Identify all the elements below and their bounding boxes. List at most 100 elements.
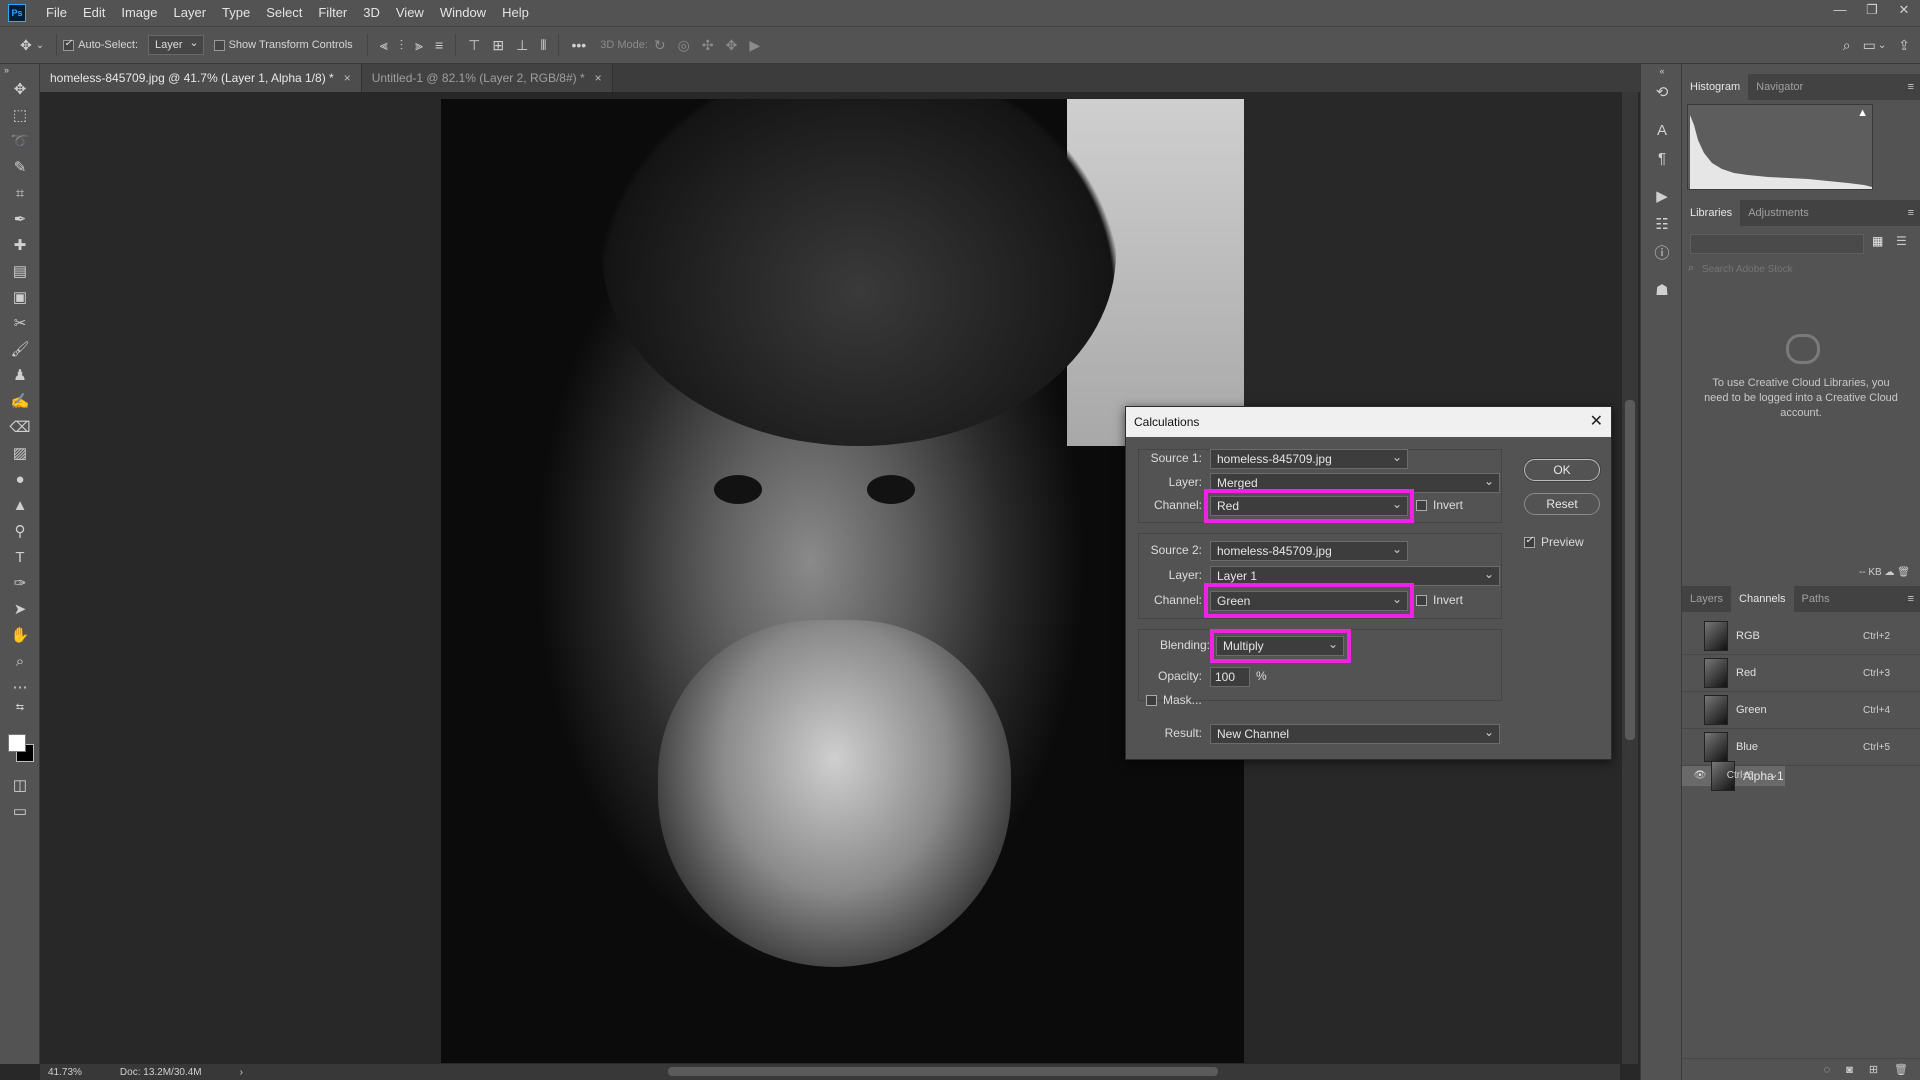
history-brush-tool-icon[interactable]: ✍ — [0, 388, 40, 414]
menu-window[interactable]: Window — [432, 0, 494, 26]
load-selection-icon[interactable]: ◌ — [1824, 1064, 1831, 1076]
align-left-icon[interactable]: ⫷ — [380, 37, 388, 54]
crop-tool-icon[interactable]: ⌗ — [0, 180, 40, 206]
tool-preset-chevron-icon[interactable]: ⌄ — [36, 40, 44, 51]
roll-3d-icon[interactable]: ◎ — [678, 37, 690, 54]
type-tool-icon[interactable]: T — [0, 544, 40, 570]
slide-3d-icon[interactable]: ✥ — [726, 37, 738, 54]
align-center-icon[interactable]: ⫶ — [400, 37, 404, 54]
tab-histogram[interactable]: Histogram — [1682, 74, 1749, 100]
ok-button[interactable]: OK — [1524, 459, 1600, 481]
sharpen-tool-icon[interactable]: ▲ — [0, 492, 40, 518]
source1-file-select[interactable]: homeless-845709.jpg — [1210, 448, 1408, 469]
workspace-chevron-icon[interactable]: ⌄ — [1878, 40, 1886, 51]
dodge-tool-icon[interactable]: ⚲ — [0, 518, 40, 544]
tab-adjustments[interactable]: Adjustments — [1740, 200, 1817, 226]
panel-menu-icon[interactable]: ≡ — [1908, 74, 1914, 100]
pan-3d-icon[interactable]: ✣ — [702, 37, 714, 54]
swatches-panel-icon[interactable]: ☗ — [1641, 276, 1683, 304]
menu-3d[interactable]: 3D — [355, 0, 388, 26]
distribute-icon[interactable]: ≡ — [435, 37, 443, 53]
horizontal-scroll-thumb[interactable] — [668, 1067, 1218, 1076]
pen-tool-icon[interactable]: ✑ — [0, 570, 40, 596]
zoom-tool-icon[interactable]: ⌕ — [0, 648, 40, 674]
channel-row-red[interactable]: Red Ctrl+3 — [1682, 655, 1920, 692]
expand-panels-icon[interactable]: « — [1641, 64, 1683, 78]
properties-panel-icon[interactable]: ☷ — [1641, 210, 1683, 238]
more-options-button[interactable]: ••• — [571, 37, 586, 53]
hand-tool-icon[interactable]: ✋ — [0, 622, 40, 648]
menu-filter[interactable]: Filter — [310, 0, 355, 26]
delete-channel-icon[interactable]: 🗑 — [1894, 1063, 1908, 1076]
orbit-3d-icon[interactable]: ↻ — [654, 37, 666, 54]
marquee-tool-icon[interactable]: ⬚ — [0, 102, 40, 128]
result-select[interactable]: New Channel — [1210, 723, 1500, 744]
stock-search-input[interactable] — [1702, 260, 1902, 278]
tab-libraries[interactable]: Libraries — [1682, 200, 1741, 226]
menu-view[interactable]: View — [388, 0, 432, 26]
paragraph-panel-icon[interactable]: ¶ — [1641, 144, 1683, 172]
content-aware-move-icon[interactable]: ✂ — [0, 310, 40, 336]
clone-stamp-tool-icon[interactable]: ♟ — [0, 362, 40, 388]
path-selection-tool-icon[interactable]: ➤ — [0, 596, 40, 622]
frame-tool-icon[interactable]: ▣ — [0, 284, 40, 310]
healing-brush-tool-icon[interactable]: ✚ — [0, 232, 40, 258]
close-tab-icon[interactable]: × — [344, 71, 351, 85]
scale-3d-icon[interactable]: ▶ — [749, 37, 760, 54]
document-image[interactable] — [441, 99, 1244, 1063]
menu-help[interactable]: Help — [494, 0, 537, 26]
auto-select-checkbox[interactable]: Auto-Select: — [63, 38, 138, 51]
align-bottom-icon[interactable]: ⊥ — [516, 37, 528, 54]
source2-invert-checkbox[interactable]: Invert — [1416, 593, 1463, 607]
vertical-scroll-thumb[interactable] — [1625, 400, 1635, 740]
reset-button[interactable]: Reset — [1524, 493, 1600, 515]
tab-homeless-845709[interactable]: homeless-845709.jpg @ 41.7% (Layer 1, Al… — [40, 64, 362, 92]
lasso-tool-icon[interactable]: ➰ — [0, 128, 40, 154]
warning-icon[interactable]: ▲ — [1857, 107, 1868, 119]
auto-select-dropdown[interactable]: Layer — [148, 35, 204, 55]
quick-mask-icon[interactable]: ◫ — [0, 772, 40, 798]
close-window-button[interactable]: ✕ — [1888, 0, 1920, 22]
mask-checkbox[interactable]: Mask... — [1146, 693, 1202, 707]
panel-menu-icon[interactable]: ≡ — [1908, 586, 1914, 612]
panel-menu-icon[interactable]: ≡ — [1908, 200, 1914, 226]
channel-row-green[interactable]: Green Ctrl+4 — [1682, 692, 1920, 729]
list-view-icon[interactable]: ☰ — [1896, 234, 1907, 248]
tab-layers[interactable]: Layers — [1682, 586, 1731, 612]
foreground-background-colors[interactable] — [8, 734, 36, 768]
tab-channels[interactable]: Channels — [1731, 586, 1794, 612]
tab-navigator[interactable]: Navigator — [1748, 74, 1811, 100]
library-select[interactable] — [1690, 234, 1864, 254]
character-panel-icon[interactable]: A — [1641, 116, 1683, 144]
preview-checkbox[interactable]: Preview — [1524, 535, 1584, 549]
align-right-icon[interactable]: ⫸ — [415, 37, 423, 54]
screen-mode-icon[interactable]: ▭ — [0, 798, 40, 824]
zoom-level[interactable]: 41.73% — [48, 1067, 82, 1078]
channel-row-rgb[interactable]: RGB Ctrl+2 — [1682, 618, 1920, 655]
actions-panel-icon[interactable]: ▶ — [1641, 182, 1683, 210]
show-transform-checkbox[interactable]: Show Transform Controls — [213, 39, 353, 51]
patch-tool-icon[interactable]: ▤ — [0, 258, 40, 284]
menu-layer[interactable]: Layer — [166, 0, 215, 26]
history-panel-icon[interactable]: ⟲ — [1641, 78, 1683, 106]
align-top-icon[interactable]: ⊤ — [468, 37, 480, 54]
menu-edit[interactable]: Edit — [75, 0, 113, 26]
brush-tool-icon[interactable]: 🖌 — [0, 336, 40, 362]
tab-paths[interactable]: Paths — [1794, 586, 1838, 612]
close-tab-icon[interactable]: × — [595, 71, 602, 85]
new-channel-icon[interactable]: ⊞ — [1869, 1063, 1878, 1076]
move-tool-icon[interactable]: ✥ — [20, 37, 32, 54]
blur-tool-icon[interactable]: ● — [0, 466, 40, 492]
edit-toolbar-icon[interactable]: ⋯ — [0, 674, 40, 700]
grid-view-icon[interactable]: ▦ — [1872, 234, 1883, 248]
swap-colors-icon[interactable]: ⇆ — [0, 700, 40, 714]
info-panel-icon[interactable]: ⓘ — [1641, 238, 1683, 266]
channel-row-alpha-1[interactable]: 👁 Alpha 1 Ctrl+6 — [1682, 761, 1785, 791]
save-selection-icon[interactable]: ◙ — [1846, 1064, 1853, 1076]
foreground-color-swatch[interactable] — [8, 734, 26, 752]
source1-invert-checkbox[interactable]: Invert — [1416, 498, 1463, 512]
minimize-button[interactable]: — — [1824, 0, 1856, 22]
gradient-tool-icon[interactable]: ▨ — [0, 440, 40, 466]
eraser-tool-icon[interactable]: ⌫ — [0, 414, 40, 440]
menu-file[interactable]: File — [38, 0, 75, 26]
